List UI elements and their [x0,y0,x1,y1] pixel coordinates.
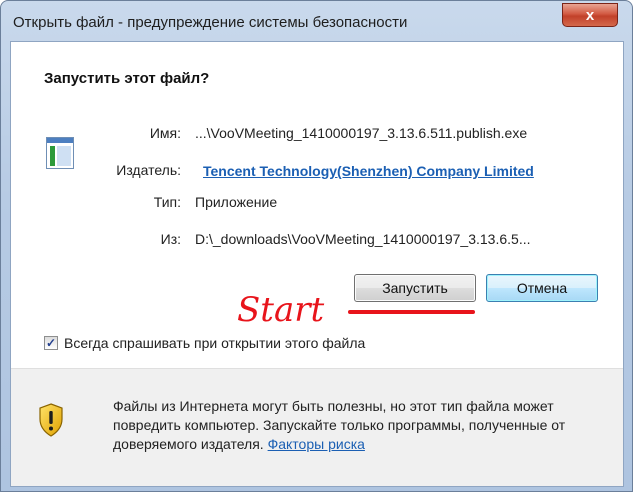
name-label: Имя: [149,125,181,141]
from-label: Из: [160,231,181,247]
title-bar[interactable]: Открыть файл - предупреждение системы бе… [1,1,632,41]
publisher-label: Издатель: [116,162,181,178]
dialog-heading: Запустить этот файл? [44,70,210,87]
publisher-link[interactable]: Tencent Technology(Shenzhen) Company Lim… [203,163,534,179]
warning-footer: Файлы из Интернета могут быть полезны, н… [11,368,623,486]
type-value: Приложение [195,194,278,210]
start-annotation: Start [237,290,325,330]
warning-text: Файлы из Интернета могут быть полезны, н… [113,397,603,454]
risk-factors-link[interactable]: Факторы риска [268,436,365,452]
close-button[interactable]: x [562,3,618,27]
source-path-value: D:\_downloads\VooVMeeting_1410000197_3.1… [195,231,531,247]
close-icon: x [585,6,595,24]
checkmark-icon: ✓ [45,336,57,350]
security-warning-shield-icon [39,403,63,437]
application-icon [46,137,74,169]
cancel-button[interactable]: Отмена [486,274,598,302]
start-annotation-underline [348,310,475,314]
run-button[interactable]: Запустить [354,274,476,302]
always-ask-label[interactable]: Всегда спрашивать при открытии этого фай… [64,335,365,351]
file-name-value: ...\VooVMeeting_1410000197_3.13.6.511.pu… [195,125,528,141]
security-warning-window: Открыть файл - предупреждение системы бе… [0,0,633,492]
always-ask-checkbox[interactable]: ✓ [44,336,58,350]
cancel-button-label: Отмена [516,280,568,296]
type-label: Тип: [153,194,181,210]
dialog-body: Запустить этот файл? Имя: ...\VooVMeetin… [10,41,624,487]
window-title: Открыть файл - предупреждение системы бе… [13,14,408,31]
run-button-label: Запустить [382,280,448,296]
